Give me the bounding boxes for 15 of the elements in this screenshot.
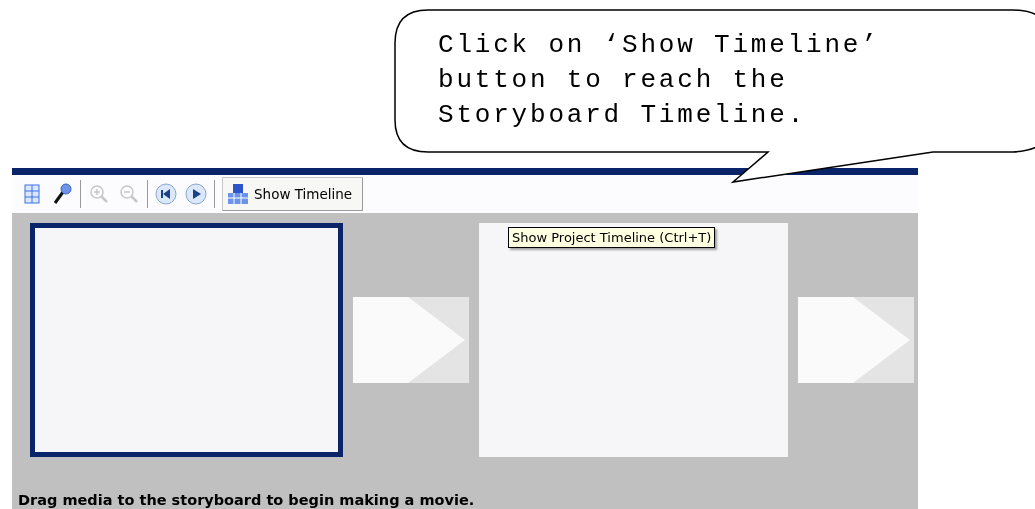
storyboard-frame[interactable]: [30, 223, 343, 457]
toolbar-button[interactable]: [51, 182, 73, 206]
zoom-in-icon: [89, 184, 109, 204]
storyboard-hint: Drag media to the storyboard to begin making a movie.: [18, 492, 476, 509]
storyboard-icon: [24, 184, 40, 204]
timeline-icon: [227, 183, 249, 205]
toolbar-button[interactable]: [185, 182, 207, 206]
microphone-icon: [52, 183, 72, 205]
play-icon: [185, 183, 207, 205]
show-timeline-button[interactable]: Show Timeline: [222, 177, 364, 211]
zoom-out-icon: [119, 184, 139, 204]
callout-text: Click on ‘Show Timeline’ button to reach the Storyboard Timeline.: [438, 29, 880, 132]
tooltip: Show Project Timeline (Ctrl+T): [508, 227, 716, 248]
skip-back-icon: [155, 183, 177, 205]
toolbar-button[interactable]: [155, 182, 177, 206]
